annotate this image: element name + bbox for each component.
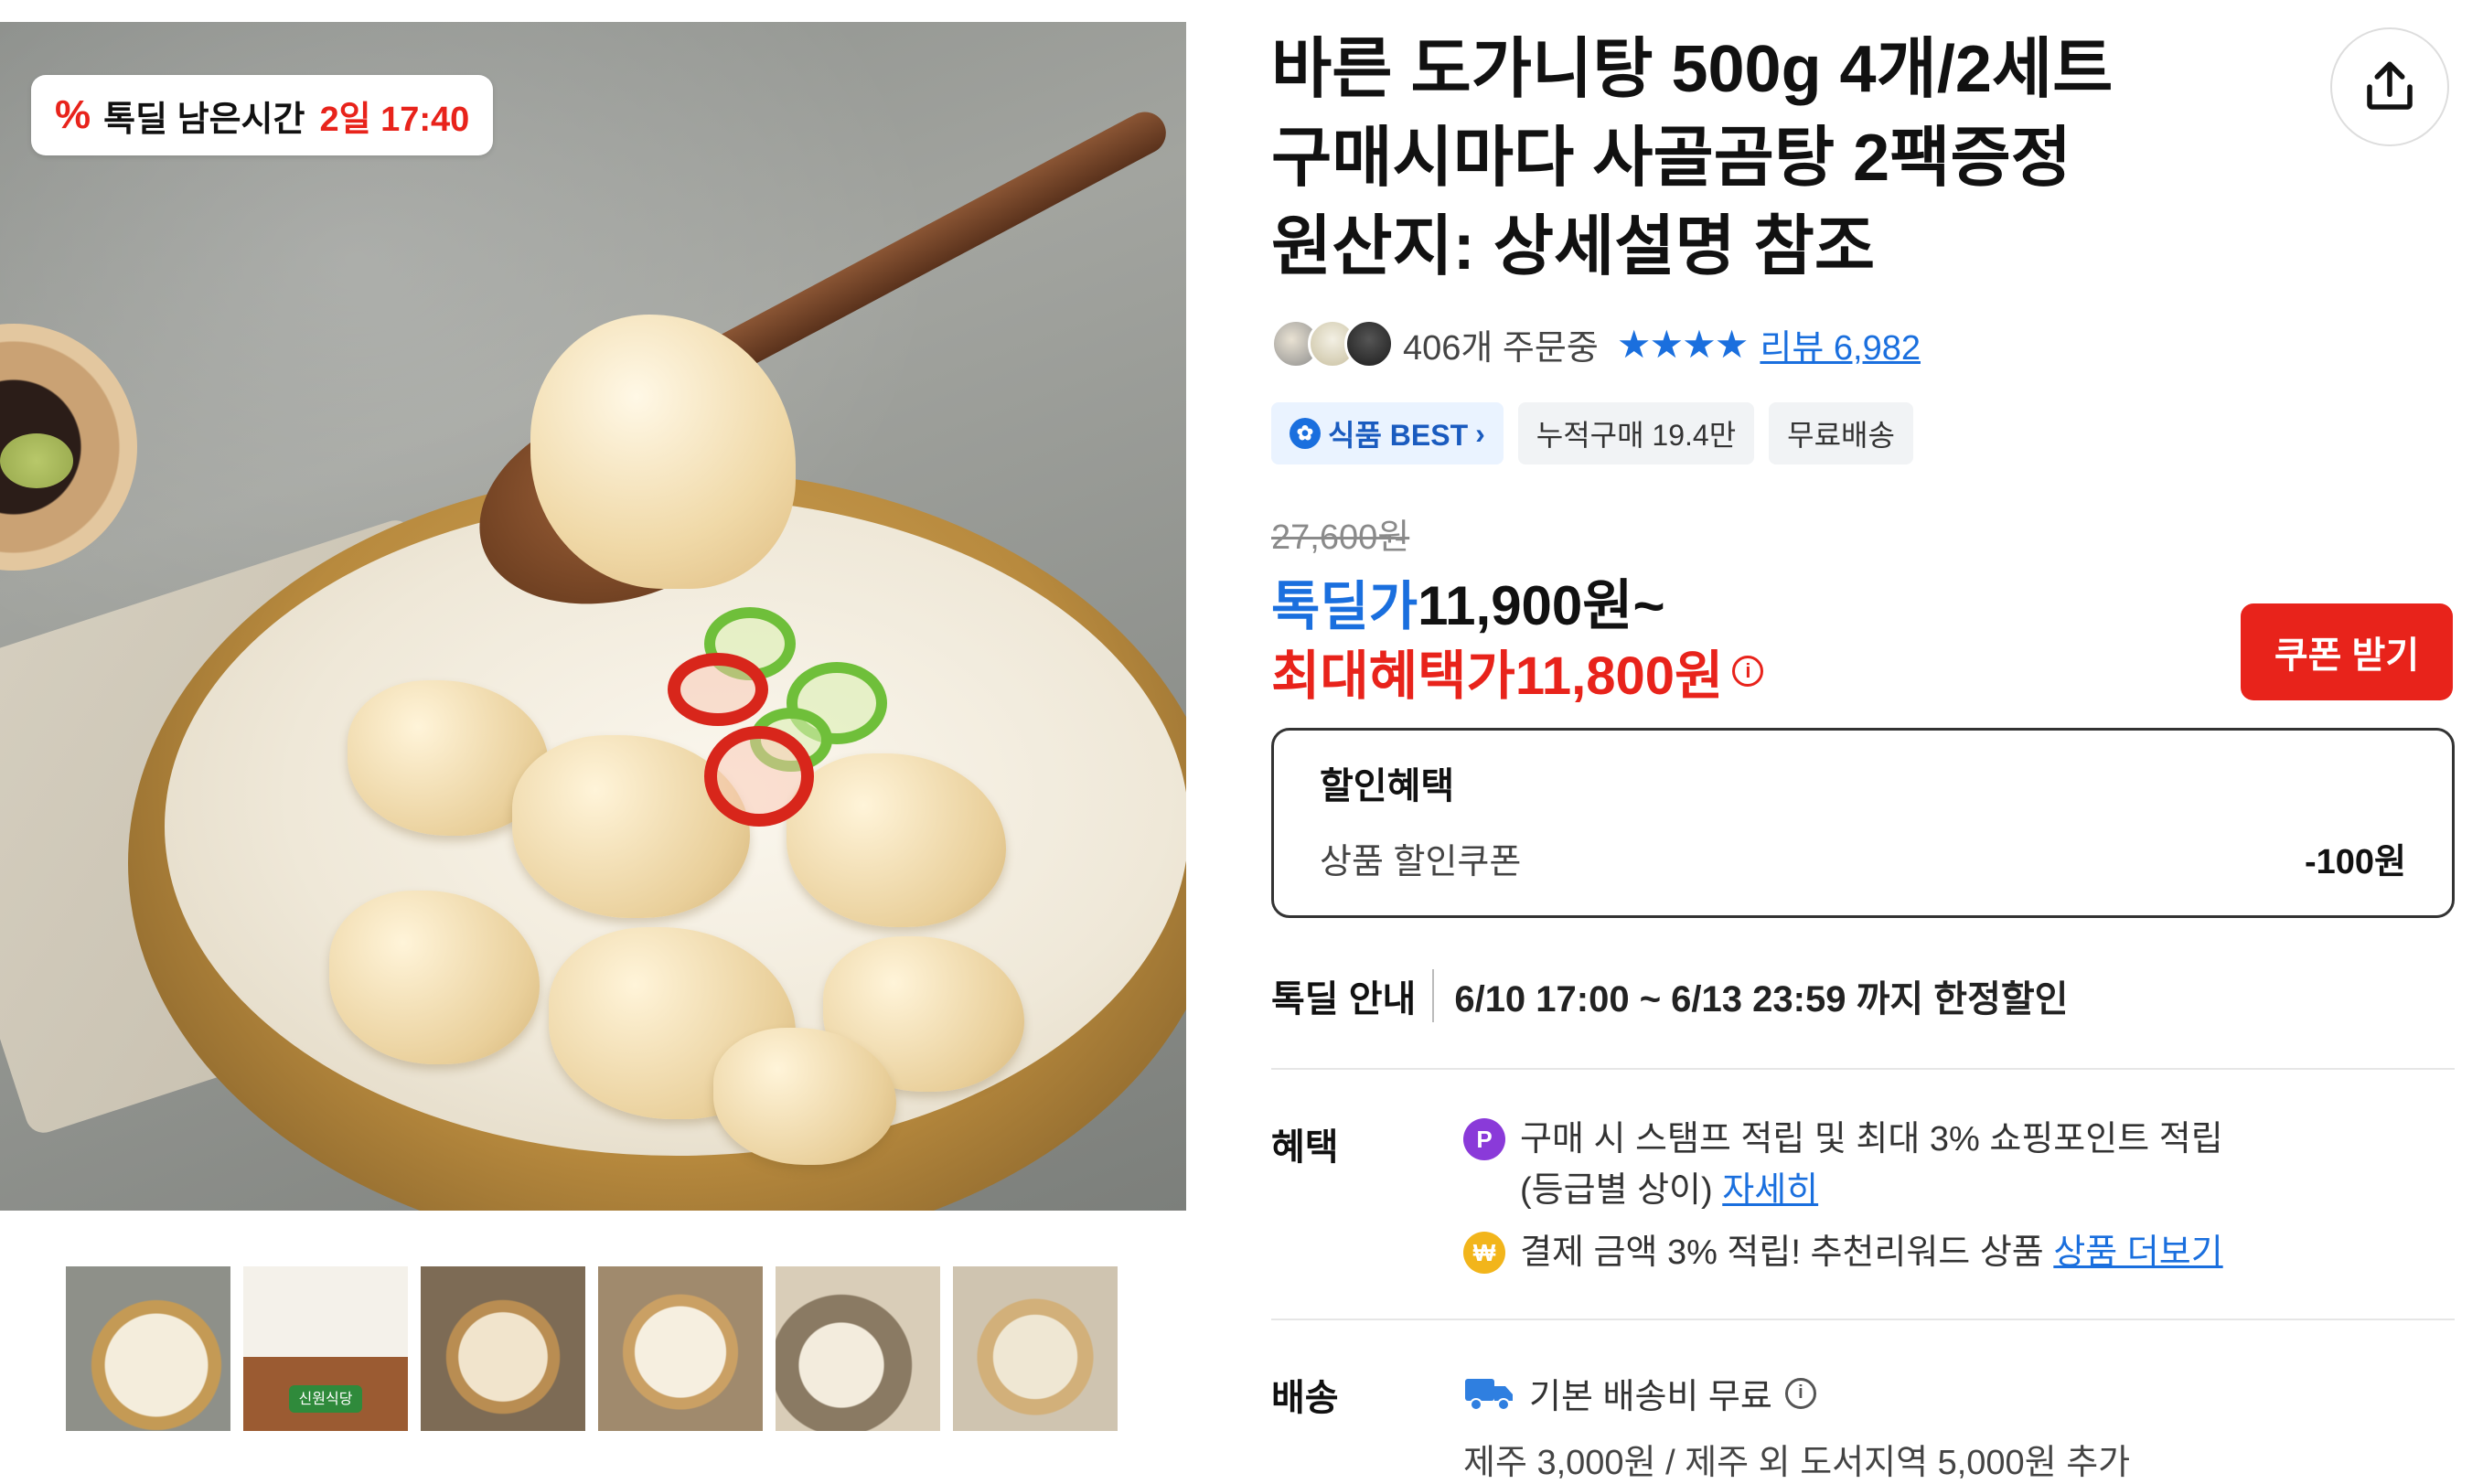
wooden-spoon-handle: [685, 104, 1173, 391]
product-chips: ✿ 식품 BEST › 누적구매 19.4만 무료배송: [1271, 402, 1913, 464]
deal-price-label: 톡딜가: [1271, 577, 1418, 636]
thumbnail-1[interactable]: [66, 1266, 230, 1431]
original-price: 27,600원: [1271, 518, 1410, 557]
product-title-line: 구매시마다 사골곰탕 2팩증정: [1271, 122, 2071, 195]
info-icon[interactable]: i: [1732, 656, 1764, 687]
avatar: [1344, 319, 1394, 368]
deal-info-label: 톡딜 안내: [1271, 969, 1435, 1022]
reward-coin-icon: ₩: [1463, 1232, 1505, 1274]
percent-icon: %: [55, 92, 91, 137]
benefit-line1-text: 구매 시 스탬프 적립 및 최대 3% 쇼핑포인트 적립: [1520, 1120, 2223, 1158]
share-button[interactable]: [2330, 27, 2449, 146]
chili-slice: [668, 653, 768, 726]
order-review-stats: 406개 주문중 ★★★★ 리뷰 6,982: [1271, 316, 1921, 371]
main-product-image: % 톡딜 남은시간 2일 17:40: [0, 22, 1186, 1211]
point-coin-icon: P: [1463, 1118, 1505, 1160]
thumbnail-4[interactable]: [598, 1266, 763, 1431]
chevron-right-icon: ›: [1475, 416, 1485, 450]
review-link[interactable]: 리뷰 6,982: [1760, 319, 1921, 369]
deal-info-value: 6/10 17:00 ~ 6/13 23:59 까지 한정할인: [1454, 979, 2069, 1020]
deal-price: 톡딜가 11,900원~: [1271, 561, 1665, 641]
cumulative-purchase-chip: 누적구매 19.4만: [1517, 402, 1755, 464]
wasabi: [0, 433, 73, 488]
discount-benefit-box: 할인혜택 상품 할인쿠폰 -100원: [1271, 728, 2455, 918]
divider: [1271, 1068, 2455, 1070]
shipping-info-icon[interactable]: i: [1784, 1377, 1816, 1409]
max-price-label: 최대혜택가: [1271, 646, 1515, 706]
shipping-sub-text: 제주 3,000원 / 제주 외 도서지역 5,000원 추가: [1463, 1444, 2131, 1482]
thumbnail-sign: 신원식당: [289, 1385, 362, 1413]
food-best-chip[interactable]: ✿ 식품 BEST ›: [1271, 402, 1504, 464]
discount-row-label: 상품 할인쿠폰: [1320, 843, 1522, 881]
divider: [1271, 1319, 2455, 1320]
deal-info: 톡딜 안내 6/10 17:00 ~ 6/13 23:59 까지 한정할인: [1271, 969, 2068, 1022]
product-title-line: 바른 도가니탕 500g 4개/2세트: [1271, 33, 2114, 106]
product-title-line: 원산지: 상세설명 참조: [1271, 210, 1876, 283]
benefit-stamp-point: P 구매 시 스탬프 적립 및 최대 3% 쇼핑포인트 적립 (등급별 상이) …: [1463, 1114, 2435, 1216]
deal-time-badge: % 톡딜 남은시간 2일 17:40: [31, 75, 494, 155]
badge-check-icon: ✿: [1290, 418, 1321, 449]
product-title: 바른 도가니탕 500g 4개/2세트 구매시마다 사골곰탕 2팩증정 원산지:…: [1271, 26, 2323, 292]
discount-row-amount: -100원: [2304, 843, 2406, 881]
orders-count: 406개 주문중: [1403, 328, 1599, 368]
rating-stars-icon: ★★★★: [1616, 321, 1750, 367]
deal-badge-label: 톡딜 남은시간: [103, 100, 305, 139]
chili-slice: [704, 726, 814, 827]
thumbnail-strip: 신원식당: [66, 1266, 1118, 1431]
max-benefit-price: 최대혜택가 11,800원 i: [1271, 633, 1764, 710]
benefit-reward: ₩ 결제 금액 3% 적립! 추천리워드 상품 상품 더보기: [1463, 1227, 2435, 1278]
coupon-button[interactable]: 쿠폰 받기: [2241, 603, 2453, 700]
shipping-label: 배송: [1271, 1378, 1339, 1418]
thumbnail-3[interactable]: [421, 1266, 585, 1431]
discount-header: 할인혜택: [1320, 766, 1455, 806]
share-icon: [2367, 61, 2413, 110]
deal-price-value: 11,900원~: [1418, 575, 1665, 636]
discount-row: 상품 할인쿠폰 -100원: [1320, 833, 2406, 883]
more-products-link[interactable]: 상품 더보기: [2053, 1233, 2222, 1272]
shipping-main: 기본 배송비 무료 i: [1463, 1368, 1816, 1418]
deal-badge-time: 2일 17:40: [319, 100, 470, 139]
food-best-label: 식품 BEST: [1328, 419, 1469, 452]
thumbnail-6[interactable]: [953, 1266, 1118, 1431]
truck-icon: [1465, 1378, 1513, 1411]
buyer-avatars: [1271, 319, 1394, 368]
benefit-line2-text: 결제 금액 3% 적립! 추천리워드 상품: [1520, 1233, 2044, 1272]
benefit-detail-link[interactable]: 자세히: [1722, 1171, 1818, 1210]
max-price-value: 11,800원: [1514, 646, 1724, 706]
shipping-main-text: 기본 배송비 무료: [1529, 1378, 1772, 1416]
thumbnail-2[interactable]: 신원식당: [243, 1266, 408, 1431]
benefit-line1-text2: (등급별 상이): [1520, 1171, 1713, 1210]
thumbnail-5[interactable]: [776, 1266, 940, 1431]
benefits-label: 혜택: [1271, 1127, 1339, 1168]
free-shipping-chip: 무료배송: [1769, 402, 1913, 464]
